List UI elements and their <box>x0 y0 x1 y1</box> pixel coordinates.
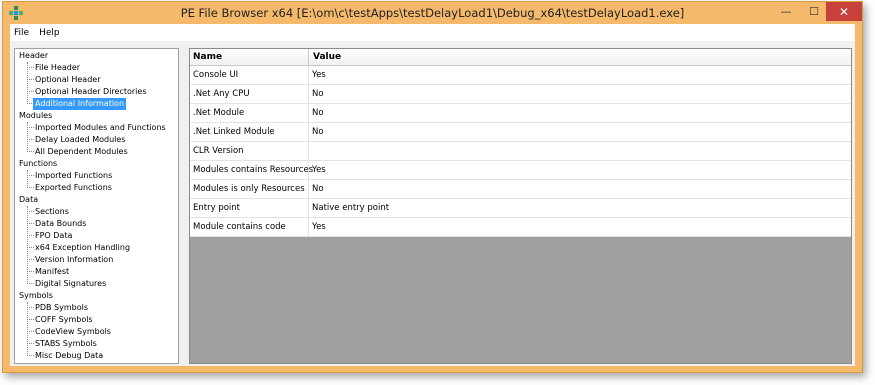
menu-file[interactable]: File <box>10 28 35 38</box>
tree-connector <box>27 91 34 92</box>
tree-connector <box>27 302 28 356</box>
tree-node-file-header[interactable]: File Header <box>35 62 80 74</box>
tree-node-exported-functions[interactable]: Exported Functions <box>35 182 112 194</box>
tree-connector <box>27 187 34 188</box>
tree-connector <box>27 151 34 152</box>
table-row[interactable]: .Net Module No <box>190 104 851 123</box>
tree-connector <box>27 170 28 188</box>
tree-node-symbols[interactable]: Symbols <box>19 290 53 302</box>
cell-value: Yes <box>312 70 326 80</box>
tree-connector <box>27 62 28 104</box>
app-window: PE File Browser x64 [E:\om\c\testApps\te… <box>2 1 863 373</box>
tree-connector <box>27 259 34 260</box>
cell-value: Yes <box>312 222 326 232</box>
tree-node-functions[interactable]: Functions <box>19 158 57 170</box>
column-header-value[interactable]: Value <box>310 49 341 65</box>
table-row[interactable]: CLR Version <box>190 142 851 161</box>
close-icon: ✕ <box>838 4 850 19</box>
tree-node-header[interactable]: Header <box>19 50 48 62</box>
tree-node-delay-loaded-modules[interactable]: Delay Loaded Modules <box>35 134 125 146</box>
tree-connector <box>27 139 34 140</box>
maximize-button[interactable]: ☐ <box>800 2 828 21</box>
minimize-icon: — <box>780 5 792 18</box>
tree-connector <box>27 247 34 248</box>
tree-node-all-dependent-modules[interactable]: All Dependent Modules <box>35 146 128 158</box>
tree-connector <box>27 211 34 212</box>
table-row[interactable]: Module contains code Yes <box>190 218 851 237</box>
cell-value: No <box>312 127 324 137</box>
tree-node-x64-exception-handling[interactable]: x64 Exception Handling <box>35 242 130 254</box>
tree-node-stabs-symbols[interactable]: STABS Symbols <box>35 338 97 350</box>
table-row[interactable]: Entry point Native entry point <box>190 199 851 218</box>
cell-name: .Net Linked Module <box>190 123 309 141</box>
tree-node-optional-header[interactable]: Optional Header <box>35 74 101 86</box>
tree-node-misc-debug-data[interactable]: Misc Debug Data <box>35 350 103 362</box>
close-button[interactable]: ✕ <box>826 2 862 21</box>
tree-connector <box>27 175 34 176</box>
tree-connector <box>27 127 34 128</box>
title-bar[interactable]: PE File Browser x64 [E:\om\c\testApps\te… <box>3 2 862 24</box>
cell-value: No <box>312 184 324 194</box>
cell-name: Modules contains Resources <box>190 161 313 179</box>
tree-node-version-information[interactable]: Version Information <box>35 254 113 266</box>
tree-connector <box>27 319 34 320</box>
tree-connector <box>27 283 34 284</box>
tree-node-fpo-data[interactable]: FPO Data <box>35 230 72 242</box>
cell-name: Modules is only Resources <box>190 180 309 198</box>
cell-value: Yes <box>312 165 326 175</box>
tree-connector <box>27 331 34 332</box>
tree-connector <box>27 307 34 308</box>
menu-bar: File Help <box>10 24 855 41</box>
tree-node-sections[interactable]: Sections <box>35 206 69 218</box>
properties-grid[interactable]: Name Value Console UI Yes .Net Any CPU N… <box>189 48 852 364</box>
tree-node-imported-functions[interactable]: Imported Functions <box>35 170 112 182</box>
minimize-button[interactable]: — <box>772 2 800 21</box>
cell-name: CLR Version <box>190 142 309 160</box>
tree-node-optional-header-directories[interactable]: Optional Header Directories <box>35 86 147 98</box>
tree-connector <box>27 343 34 344</box>
table-row[interactable]: .Net Any CPU No <box>190 85 851 104</box>
tree-connector <box>27 235 34 236</box>
tree-node-data[interactable]: Data <box>19 194 38 206</box>
menu-help[interactable]: Help <box>35 28 66 38</box>
table-row[interactable]: .Net Linked Module No <box>190 123 851 142</box>
navigation-tree[interactable]: Header File Header Optional Header Optio… <box>14 48 179 364</box>
table-row[interactable]: Modules is only Resources No <box>190 180 851 199</box>
maximize-icon: ☐ <box>809 5 819 18</box>
cell-name: Console UI <box>190 66 309 84</box>
column-header-name[interactable]: Name <box>190 49 222 65</box>
cell-value: No <box>312 108 324 118</box>
tree-node-pdb-symbols[interactable]: PDB Symbols <box>35 302 88 314</box>
cell-name: Entry point <box>190 199 309 217</box>
cell-name: .Net Module <box>190 104 309 122</box>
tree-node-additional-information[interactable]: Additional Information <box>33 98 127 110</box>
grid-header: Name Value <box>190 49 851 66</box>
tree-connector <box>27 79 34 80</box>
tree-connector <box>27 206 28 284</box>
tree-node-modules[interactable]: Modules <box>19 110 52 122</box>
table-row[interactable]: Modules contains Resources Yes <box>190 161 851 180</box>
client-area: File Help Header File Header Optional He… <box>10 24 855 366</box>
tree-connector <box>27 223 34 224</box>
tree-connector <box>27 271 34 272</box>
cell-value: Native entry point <box>312 203 390 213</box>
tree-node-data-bounds[interactable]: Data Bounds <box>35 218 86 230</box>
column-divider[interactable] <box>308 49 309 65</box>
tree-node-imported-modules[interactable]: Imported Modules and Functions <box>35 122 166 134</box>
table-row[interactable]: Console UI Yes <box>190 66 851 85</box>
tree-node-codeview-symbols[interactable]: CodeView Symbols <box>35 326 111 338</box>
window-title: PE File Browser x64 [E:\om\c\testApps\te… <box>180 6 685 20</box>
tree-node-digital-signatures[interactable]: Digital Signatures <box>35 278 106 290</box>
tree-connector <box>27 67 34 68</box>
cell-name: .Net Any CPU <box>190 85 309 103</box>
cell-value: No <box>312 89 324 99</box>
tree-node-coff-symbols[interactable]: COFF Symbols <box>35 314 93 326</box>
tree-node-manifest[interactable]: Manifest <box>35 266 69 278</box>
cell-value <box>309 142 851 160</box>
cell-name: Module contains code <box>190 218 309 236</box>
tree-connector <box>27 355 34 356</box>
